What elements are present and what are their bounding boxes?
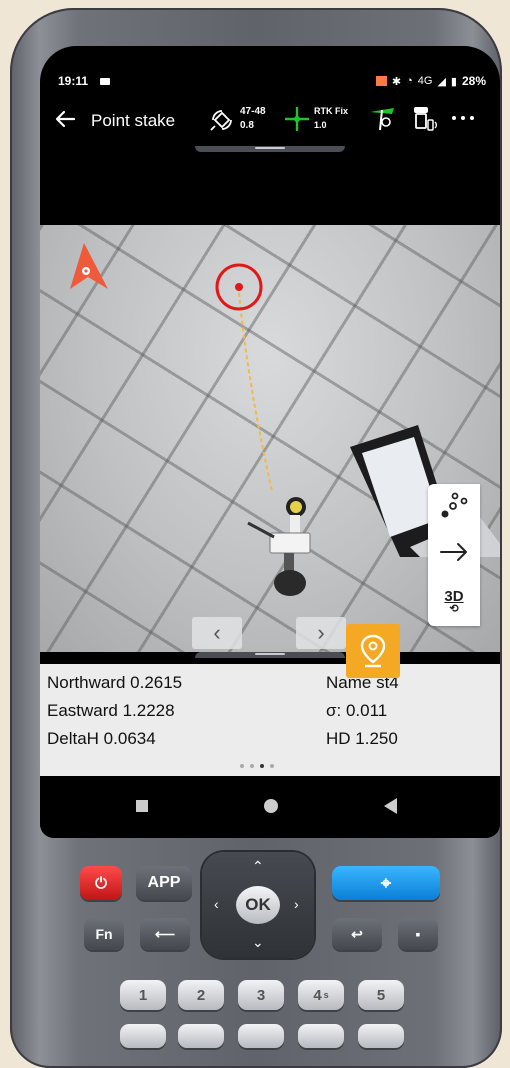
- key-row-partial-1[interactable]: [120, 1024, 166, 1048]
- survey-pole-icon[interactable]: [366, 104, 398, 132]
- wifi-icon: ◔: [406, 75, 413, 87]
- enter-key[interactable]: ↩: [332, 918, 382, 950]
- down-arrow-icon[interactable]: ⌄: [252, 934, 264, 951]
- points-icon: [441, 492, 468, 518]
- enter-icon: ↩: [351, 925, 363, 942]
- eastward-value: Eastward 1.2228: [47, 701, 175, 720]
- view-3d-label: 3D: [444, 587, 464, 605]
- direction-tool[interactable]: [428, 530, 480, 574]
- satellite-count: 47-48: [240, 106, 266, 117]
- page-title: Point stake: [91, 111, 176, 130]
- number-key-4-label: 4: [313, 986, 322, 1004]
- number-key-5[interactable]: 5: [358, 980, 404, 1010]
- ok-key-label: OK: [245, 895, 271, 914]
- number-key-3-label: 3: [256, 986, 266, 1004]
- number-key-4[interactable]: 4 s: [298, 980, 344, 1010]
- satellite-status[interactable]: 47-48 0.8: [208, 102, 278, 136]
- key-row-partial-3[interactable]: [238, 1024, 284, 1048]
- pdop-value: 0.8: [240, 120, 254, 131]
- bottom-drawer-handle[interactable]: [195, 652, 345, 658]
- status-icons: ✱ ◔ 4G ◢ ▮ 28%: [375, 74, 486, 88]
- power-icon: ⏻: [95, 874, 107, 892]
- receiver-icon[interactable]: [408, 104, 440, 134]
- ok-key[interactable]: OK: [236, 886, 280, 924]
- number-key-1-label: 1: [138, 986, 148, 1004]
- rover-prism-icon: [247, 497, 311, 596]
- right-arrow-icon[interactable]: ›: [294, 896, 299, 912]
- key-row-partial-5[interactable]: [358, 1024, 404, 1048]
- fn-key[interactable]: Fn: [84, 918, 124, 950]
- key-row-partial-4[interactable]: [298, 1024, 344, 1048]
- satellite-icon: [210, 110, 232, 131]
- system-nav-bar: [40, 776, 500, 838]
- fix-label: RTK Fix: [314, 106, 349, 116]
- app-key[interactable]: APP: [136, 866, 192, 900]
- backspace-key[interactable]: ⟵: [140, 918, 190, 950]
- hd-value: HD 1.250: [326, 729, 398, 748]
- stake-point-button[interactable]: [346, 624, 400, 678]
- stake-info-panel: Northward 0.2615 Eastward 1.2228 DeltaH …: [40, 664, 500, 776]
- back-arrow-icon[interactable]: [54, 108, 76, 130]
- up-arrow-icon[interactable]: ⌃: [252, 858, 264, 875]
- app-bar: Point stake 47-48 0.8 RTK Fix 1.0: [40, 98, 500, 144]
- delta-h-value: DeltaH 0.0634: [47, 729, 156, 748]
- home-icon[interactable]: [264, 799, 278, 813]
- number-key-2[interactable]: 2: [178, 980, 224, 1010]
- camera-view[interactable]: 3D ⟲ ‹ ›: [40, 225, 500, 652]
- screen: 19:11 ✱ ◔ 4G ◢ ▮ 28% Point stake 47-48 0…: [40, 46, 500, 838]
- right-arrow-icon: [440, 543, 467, 561]
- chevron-left-icon: ‹: [213, 620, 221, 645]
- fn-key-label: Fn: [95, 926, 113, 942]
- more-options-icon[interactable]: [452, 116, 482, 124]
- chevron-right-icon: ›: [317, 620, 325, 645]
- app-key-label: APP: [147, 874, 181, 891]
- recent-apps-icon[interactable]: [136, 800, 148, 812]
- number-key-1[interactable]: 1: [120, 980, 166, 1010]
- rotate-icon: ⟲: [449, 602, 459, 615]
- previous-point-button[interactable]: ‹: [192, 617, 242, 649]
- backspace-icon: ⟵: [154, 925, 176, 942]
- fix-age: 1.0: [314, 120, 327, 130]
- signal-icon: ◢: [437, 75, 446, 88]
- dot-icon: ▪: [415, 926, 421, 942]
- location-pin-icon: [360, 634, 386, 668]
- side-key[interactable]: ▪: [398, 918, 438, 950]
- north-arrow-icon: [70, 243, 108, 289]
- pin-key-icon: ⌖: [380, 872, 392, 893]
- notification-icon: [100, 78, 110, 85]
- number-key-3[interactable]: 3: [238, 980, 284, 1010]
- key-row-partial-2[interactable]: [178, 1024, 224, 1048]
- points-tool[interactable]: [428, 484, 480, 528]
- fix-status[interactable]: RTK Fix 1.0: [284, 102, 364, 136]
- northward-value: Northward 0.2615: [47, 673, 183, 692]
- number-key-4-sub: s: [323, 990, 329, 1000]
- back-icon[interactable]: [384, 798, 397, 814]
- status-bar: 19:11 ✱ ◔ 4G ◢ ▮ 28%: [40, 72, 500, 92]
- direction-pad: ⌃ ⌄ ‹ › OK: [202, 852, 314, 958]
- left-arrow-icon[interactable]: ‹: [214, 896, 219, 912]
- top-drawer-handle[interactable]: [195, 146, 345, 152]
- stake-hardware-key[interactable]: ⌖: [332, 866, 440, 900]
- side-toolbar: 3D ⟲: [428, 484, 480, 626]
- power-key[interactable]: ⏻: [80, 866, 122, 900]
- battery-percent: 28%: [461, 74, 486, 88]
- battery-icon: ▮: [450, 75, 457, 88]
- network-type: 4G: [417, 75, 433, 87]
- view-3d-button[interactable]: 3D ⟲: [428, 578, 480, 622]
- target-point-icon: [215, 263, 263, 311]
- next-point-button[interactable]: ›: [296, 617, 346, 649]
- sim-icon: [375, 76, 387, 86]
- number-key-5-label: 5: [376, 986, 386, 1004]
- status-time: 19:11: [58, 74, 89, 88]
- page-indicator: [240, 764, 274, 768]
- crosshair-icon: [285, 107, 309, 131]
- bluetooth-icon: ✱: [391, 75, 402, 88]
- sigma-value: σ: 0.011: [326, 701, 388, 720]
- number-key-2-label: 2: [196, 986, 206, 1004]
